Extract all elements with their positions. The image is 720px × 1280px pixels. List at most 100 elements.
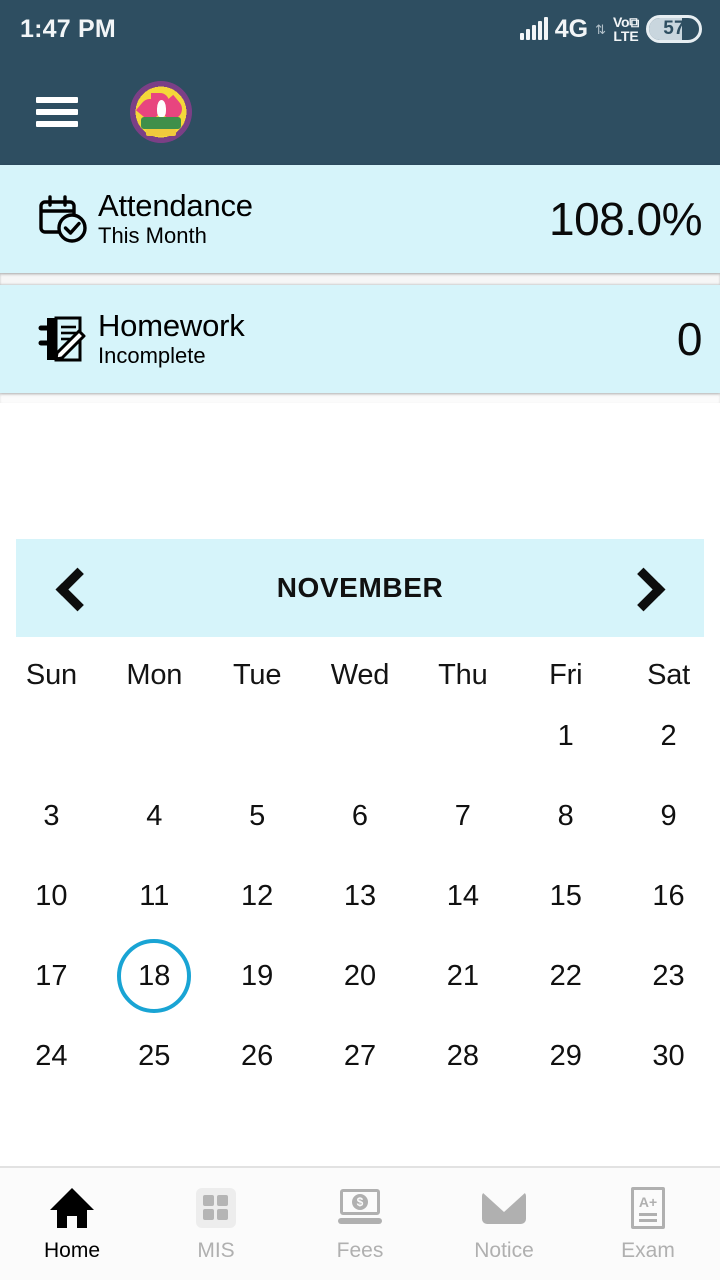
attendance-title: Attendance	[98, 187, 253, 223]
calendar-day[interactable]: 29	[514, 1016, 617, 1096]
calendar: NOVEMBER Sun Mon Tue Wed Thu Fri Sat 1 2	[0, 403, 720, 1168]
attendance-subtitle: This Month	[98, 223, 207, 249]
calendar-day[interactable]	[411, 696, 514, 776]
calendar-month-label: NOVEMBER	[276, 572, 444, 603]
calendar-day[interactable]: 6	[309, 776, 412, 856]
nav-item-fees[interactable]: $ Fees	[288, 1186, 432, 1263]
calendar-day[interactable]: 5	[206, 776, 309, 856]
volte-icon: Vo⧉ LTE	[613, 13, 639, 44]
status-bar: 1:47 PM 4G ⇅ Vo⧉ LTE 57	[0, 0, 720, 58]
calendar-day[interactable]	[206, 696, 309, 776]
calendar-day[interactable]: 7	[411, 776, 514, 856]
calendar-week-row: 3 4 5 6 7 8 9	[0, 776, 720, 856]
calendar-day[interactable]: 28	[411, 1016, 514, 1096]
nav-item-exam[interactable]: A+ Exam	[576, 1186, 720, 1263]
calendar-day[interactable]: 9	[617, 776, 720, 856]
calendar-week-row: 10 11 12 13 14 15 16	[0, 856, 720, 936]
weekday-thu: Thu	[438, 659, 488, 691]
status-time: 1:47 PM	[20, 14, 116, 43]
calendar-day[interactable]: 12	[206, 856, 309, 936]
weekday-sun: Sun	[25, 659, 77, 691]
next-month-button[interactable]	[626, 564, 666, 612]
nav-label-exam: Exam	[621, 1238, 675, 1262]
calendar-day[interactable]: 30	[617, 1016, 720, 1096]
weekday-fri: Fri	[549, 659, 583, 691]
attendance-value: 108.0%	[548, 193, 703, 245]
nav-label-notice: Notice	[474, 1238, 534, 1262]
attendance-card[interactable]: Attendance This Month 108.0%	[0, 165, 720, 273]
weekday-sat: Sat	[647, 659, 691, 691]
weekday-wed: Wed	[330, 659, 390, 691]
calendar-day[interactable]: 16	[617, 856, 720, 936]
calendar-day[interactable]: 8	[514, 776, 617, 856]
notebook-pencil-icon	[34, 310, 92, 368]
app-screen: 1:47 PM 4G ⇅ Vo⧉ LTE 57 Attendance This …	[0, 0, 720, 1280]
calendar-day[interactable]: 4	[103, 776, 206, 856]
calendar-day[interactable]: 22	[514, 936, 617, 1016]
summary-cards: Attendance This Month 108.0% Homework In…	[0, 165, 720, 403]
calendar-day[interactable]: 3	[0, 776, 103, 856]
nav-label-home: Home	[43, 1238, 101, 1262]
calendar-day[interactable]: 10	[0, 856, 103, 936]
status-icons: 4G ⇅ Vo⧉ LTE 57	[519, 13, 702, 44]
envelope-icon	[481, 1186, 527, 1230]
volte-top-label: Vo⧉	[613, 13, 639, 30]
calendar-check-icon	[34, 190, 92, 248]
calendar-day[interactable]: 26	[206, 1016, 309, 1096]
exam-document-icon: A+	[625, 1186, 671, 1230]
app-bar	[0, 58, 720, 165]
signal-strength-icon	[519, 17, 548, 40]
calendar-day[interactable]	[103, 696, 206, 776]
calendar-day[interactable]: 14	[411, 856, 514, 936]
school-logo-icon	[130, 80, 192, 143]
calendar-day[interactable]: 11	[103, 856, 206, 936]
weekday-mon: Mon	[126, 659, 183, 691]
nav-item-home[interactable]: Home	[0, 1186, 144, 1263]
network-type-label: 4G	[554, 14, 589, 43]
battery-icon: 57	[646, 15, 702, 43]
bottom-navigation: Home MIS $ Fees Notice A+ Exam	[0, 1168, 720, 1280]
calendar-day[interactable]: 23	[617, 936, 720, 1016]
homework-card[interactable]: Homework Incomplete 0	[0, 285, 720, 393]
calendar-weeks: 1 2 3 4 5 6 7 8 9 10 11 12 13 14 15 16 1…	[0, 696, 720, 1096]
prev-month-button[interactable]	[54, 564, 94, 612]
calendar-top-spacer	[0, 403, 720, 539]
homework-value: 0	[676, 313, 703, 365]
calendar-header: NOVEMBER	[16, 539, 704, 637]
calendar-day[interactable]	[309, 696, 412, 776]
nav-item-mis[interactable]: MIS	[144, 1186, 288, 1263]
calendar-day[interactable]: 15	[514, 856, 617, 936]
calendar-week-row: 24 25 26 27 28 29 30	[0, 1016, 720, 1096]
calendar-day[interactable]: 1	[514, 696, 617, 776]
calendar-day[interactable]: 24	[0, 1016, 103, 1096]
homework-subtitle: Incomplete	[98, 343, 206, 369]
calendar-day[interactable]: 25	[103, 1016, 206, 1096]
battery-level-label: 57	[663, 18, 685, 39]
homework-title: Homework	[98, 307, 245, 343]
calendar-day[interactable]: 19	[206, 936, 309, 1016]
calendar-day-selected[interactable]: 18	[103, 936, 206, 1016]
calendar-day[interactable]: 21	[411, 936, 514, 1016]
volte-bottom-label: LTE	[613, 28, 639, 44]
data-transfer-icon: ⇅	[595, 21, 607, 37]
homework-card-texts: Homework Incomplete	[98, 307, 245, 370]
nav-label-fees: Fees	[336, 1238, 384, 1262]
grid-icon	[193, 1186, 239, 1230]
calendar-bottom-divider	[0, 1166, 720, 1168]
nav-item-notice[interactable]: Notice	[432, 1186, 576, 1263]
calendar-day[interactable]: 17	[0, 936, 103, 1016]
calendar-day[interactable]	[0, 696, 103, 776]
calendar-day[interactable]: 2	[617, 696, 720, 776]
calendar-week-row: 17 18 19 20 21 22 23	[0, 936, 720, 1016]
nav-label-mis: MIS	[197, 1238, 235, 1262]
hamburger-menu-icon[interactable]	[36, 96, 78, 127]
cards-bottom-edge	[0, 393, 720, 403]
calendar-day[interactable]: 13	[309, 856, 412, 936]
selected-day-ring: 18	[117, 939, 192, 1013]
calendar-day[interactable]: 27	[309, 1016, 412, 1096]
money-icon: $	[337, 1186, 383, 1230]
calendar-weekday-header: Sun Mon Tue Wed Thu Fri Sat	[0, 659, 720, 692]
calendar-day[interactable]: 20	[309, 936, 412, 1016]
home-icon	[49, 1186, 95, 1230]
attendance-card-texts: Attendance This Month	[98, 187, 253, 250]
